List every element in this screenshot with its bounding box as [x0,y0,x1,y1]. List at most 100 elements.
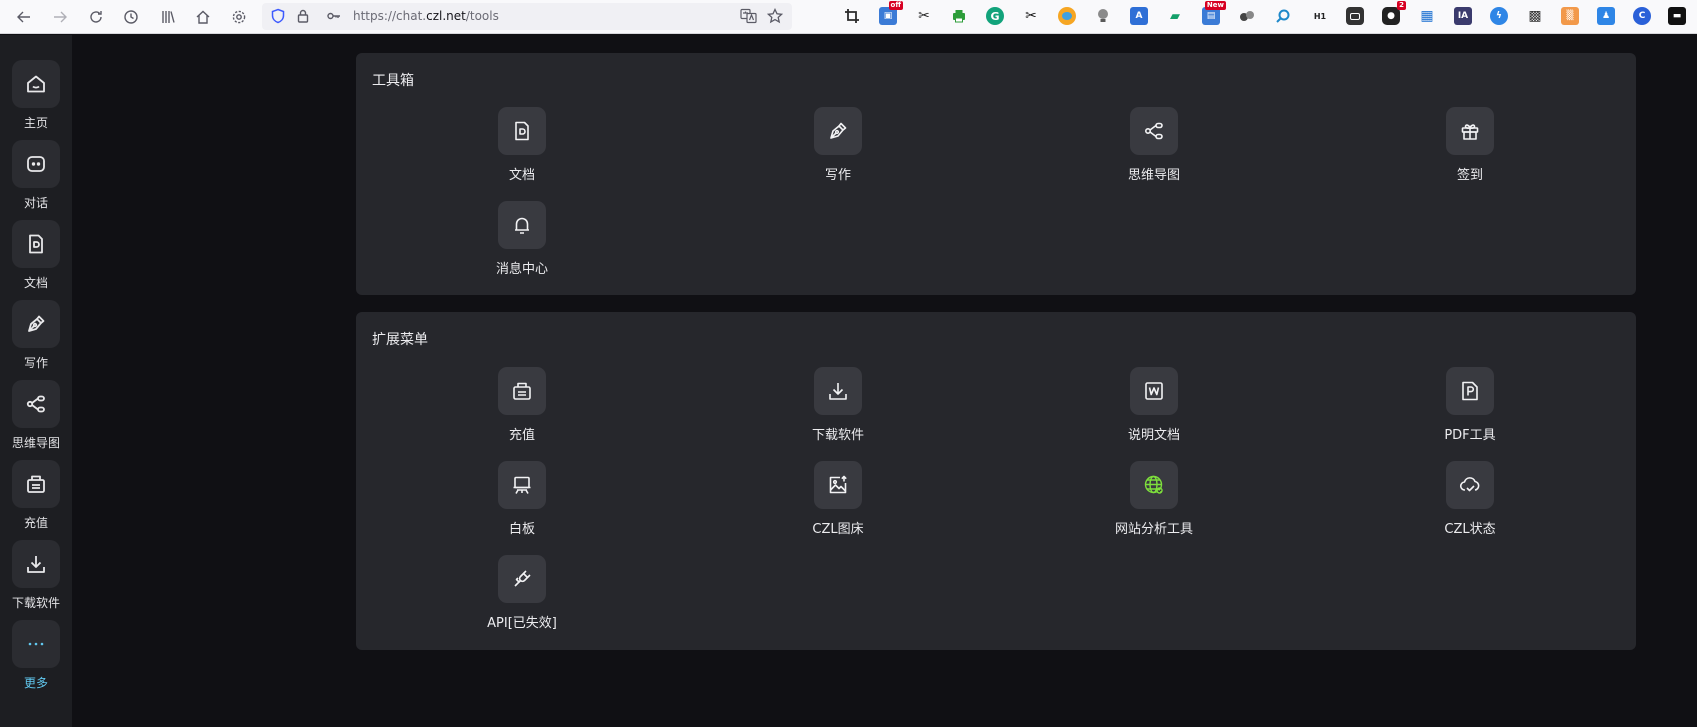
person-extension-icon[interactable]: ♟ [1597,7,1615,25]
fox-extension-icon[interactable] [1058,7,1076,25]
tool-label: API[已失效] [487,616,557,631]
ext-recharge[interactable]: 充值 [452,367,592,451]
h1-extension-icon[interactable]: H1 [1311,7,1329,25]
tool-label: 签到 [1456,168,1483,183]
qr-extension-icon[interactable]: ▩ [1526,7,1544,25]
reload-icon[interactable] [85,6,107,28]
balls-extension-icon[interactable] [1238,7,1256,25]
recharge-icon [498,367,546,415]
toolbox-card: 工具箱 文档 写作 思维导图 签到 消息中心 [356,53,1636,295]
tool-label: 思维导图 [1127,168,1180,183]
cut-tool-extension-icon[interactable]: ✂ [1022,7,1040,25]
tool-label: 消息中心 [495,262,548,277]
tool-documents[interactable]: 文档 [452,107,592,191]
translate-extension-icon[interactable]: A [1130,7,1148,25]
tool-label: 白板 [508,522,535,537]
extensions-title: 扩展菜单 [372,332,428,348]
globe-analytics-icon [1130,461,1178,509]
forward-arrow-icon[interactable] [49,6,71,28]
settings-gear-icon[interactable] [228,6,250,28]
pen-icon [814,107,862,155]
sidebar-item-label: 写作 [23,356,48,370]
url-bar[interactable]: https://chat.czl.net/tools [262,3,792,30]
sidebar-item-label: 文档 [23,276,48,290]
gift-icon [1446,107,1494,155]
c-extension-icon[interactable]: C [1633,7,1651,25]
sidebar-item-label: 充值 [23,516,48,530]
document-extension-icon[interactable]: ▦ [1418,7,1436,25]
whiteboard-icon [498,461,546,509]
ia-extension-icon[interactable]: IA [1454,7,1472,25]
ext-pdf-tools[interactable]: PDF工具 [1400,367,1540,451]
bulb-extension-icon[interactable] [1094,7,1112,25]
lightning-extension-icon[interactable]: ϟ [1490,7,1508,25]
cloud-status-icon [1446,461,1494,509]
grammarly-extension-icon[interactable]: G [986,7,1004,25]
tool-label: CZL状态 [1444,522,1496,537]
tool-mindmap[interactable]: 思维导图 [1084,107,1224,191]
green-flag-extension-icon[interactable]: ▰ [1166,7,1184,25]
browser-toolbar: https://chat.czl.net/tools ▣ off ✂ G ✂ A … [0,0,1697,34]
bell-icon [498,201,546,249]
history-icon[interactable] [120,6,142,28]
ext-site-analytics[interactable]: 网站分析工具 [1084,461,1224,545]
print-extension-icon[interactable] [950,7,968,25]
sidebar-item-label: 思维导图 [11,436,60,450]
counter-extension-icon[interactable]: ● 2 [1382,1,1406,25]
lock-icon[interactable] [295,8,311,28]
tool-label: 写作 [824,168,851,183]
library-icon[interactable] [157,6,179,28]
mindmap-icon [12,380,60,428]
sidebar-item-chat[interactable]: 对话 [0,140,72,214]
scissors-extension-icon[interactable]: ✂ [915,7,933,25]
sidebar-item-writing[interactable]: 写作 [0,300,72,374]
toolbox-title: 工具箱 [372,73,414,89]
tool-label: 说明文档 [1127,428,1180,443]
ext-image-host[interactable]: CZL图床 [768,461,908,545]
ext-whiteboard[interactable]: 白板 [452,461,592,545]
ext-manual[interactable]: 说明文档 [1084,367,1224,451]
sidebar-item-documents[interactable]: 文档 [0,220,72,294]
shield-icon[interactable] [270,8,286,28]
document-icon [498,107,546,155]
tool-label: 充值 [508,428,535,443]
tool-checkin[interactable]: 签到 [1400,107,1540,191]
sidebar-item-label: 更多 [23,676,48,690]
terminal-extension-icon[interactable]: ▬ [1668,7,1686,25]
sidebar-item-download[interactable]: 下载软件 [0,540,72,614]
image-upload-icon [814,461,862,509]
tool-label: CZL图床 [812,522,864,537]
plug-icon [498,555,546,603]
document-icon [12,220,60,268]
tab-manager-extension-icon[interactable] [1346,7,1364,25]
crop-extension-icon[interactable] [843,7,861,25]
extensions-card: 扩展菜单 充值 下载软件 说明文档 PDF工具 白板 CZL图床 网站分析工具 … [356,312,1636,650]
tool-message-center[interactable]: 消息中心 [452,201,592,285]
pen-icon [12,300,60,348]
off-extension-icon[interactable]: ▣ off [879,1,903,25]
translate-icon[interactable] [740,8,757,28]
home-icon[interactable] [192,6,214,28]
pattern-extension-icon[interactable]: ▒ [1561,7,1579,25]
recharge-icon [12,460,60,508]
new-extension-icon[interactable]: ▤ New [1202,1,1226,25]
sidebar-item-recharge[interactable]: 充值 [0,460,72,534]
bookmark-star-icon[interactable] [766,7,784,28]
back-arrow-icon[interactable] [13,6,35,28]
magnifier-extension-icon[interactable] [1274,7,1292,25]
sidebar-item-home[interactable]: 主页 [0,60,72,134]
tool-label: 网站分析工具 [1114,522,1193,537]
tool-label: 下载软件 [811,428,864,443]
sidebar-item-more[interactable]: 更多 [0,620,72,694]
ext-czl-status[interactable]: CZL状态 [1400,461,1540,545]
tool-writing[interactable]: 写作 [768,107,908,191]
ext-api[interactable]: API[已失效] [452,555,592,639]
ext-download[interactable]: 下载软件 [768,367,908,451]
tool-label: 文档 [508,168,535,183]
sidebar-item-mindmap[interactable]: 思维导图 [0,380,72,454]
left-sidebar: 主页 对话 文档 写作 思维导图 充值 下载软件 更多 [0,35,72,727]
key-icon[interactable] [326,8,342,28]
sidebar-item-label: 下载软件 [11,596,60,610]
home-icon [12,60,60,108]
download-icon [814,367,862,415]
